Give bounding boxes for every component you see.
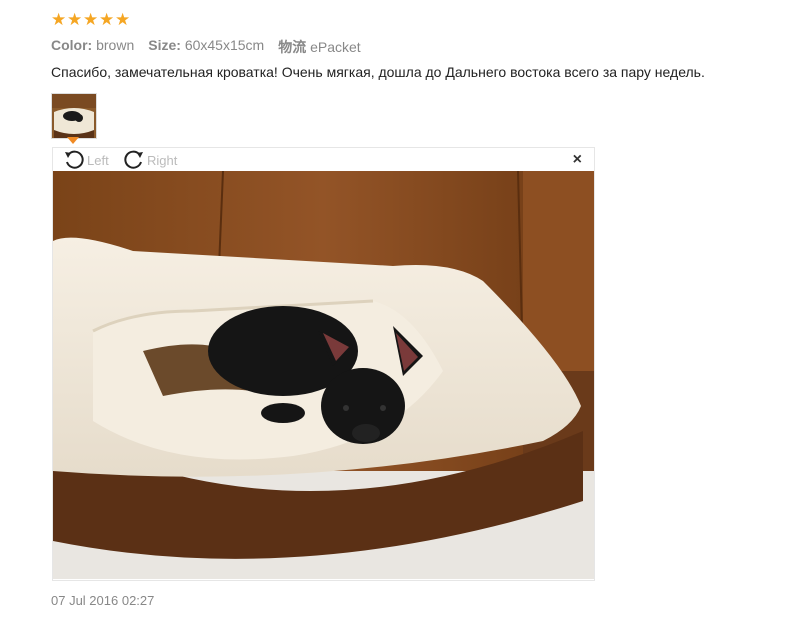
rotate-right-label: Right xyxy=(147,152,178,168)
attribute-key: Size: xyxy=(148,37,181,53)
attribute-key: Color: xyxy=(51,37,93,53)
order-attributes: Color: brown Size: 60x45x15cm 物流 ePacket xyxy=(51,37,361,57)
dog-bed-photo xyxy=(53,171,594,579)
review-photo xyxy=(53,171,594,579)
rating-stars: ★ ★ ★ ★ ★ xyxy=(51,10,131,29)
close-icon[interactable]: × xyxy=(573,151,582,169)
rotate-left-label: Left xyxy=(87,152,109,168)
rotate-right-button[interactable]: Right xyxy=(123,149,177,171)
review-text: Спасибо, замечательная кроватка! Очень м… xyxy=(51,64,705,80)
viewer-toolbar: Left Right × xyxy=(53,148,594,171)
attribute-value: 60x45x15cm xyxy=(184,37,265,53)
attribute-color: Color: brown xyxy=(51,37,134,57)
rotate-left-button[interactable]: Left xyxy=(63,149,109,171)
star-icon: ★ xyxy=(51,10,67,29)
thumbnail-selected-indicator xyxy=(67,137,79,144)
attribute-key: 物流 xyxy=(278,39,307,55)
review-date: 07 Jul 2016 02:27 xyxy=(51,593,155,608)
attribute-value: ePacket xyxy=(310,39,361,55)
star-icon: ★ xyxy=(115,10,131,29)
attribute-size: Size: 60x45x15cm xyxy=(148,37,264,57)
photo-viewer: Left Right × xyxy=(52,147,595,581)
attribute-logistics: 物流 ePacket xyxy=(278,37,360,57)
star-icon: ★ xyxy=(67,10,83,29)
rotate-left-icon xyxy=(65,150,84,169)
rotate-right-icon xyxy=(124,150,143,169)
star-icon: ★ xyxy=(99,10,115,29)
dog-bed-thumbnail-image xyxy=(52,94,96,138)
star-icon: ★ xyxy=(83,10,99,29)
attribute-value: brown xyxy=(96,37,135,53)
review-photo-thumbnail[interactable] xyxy=(51,93,97,139)
